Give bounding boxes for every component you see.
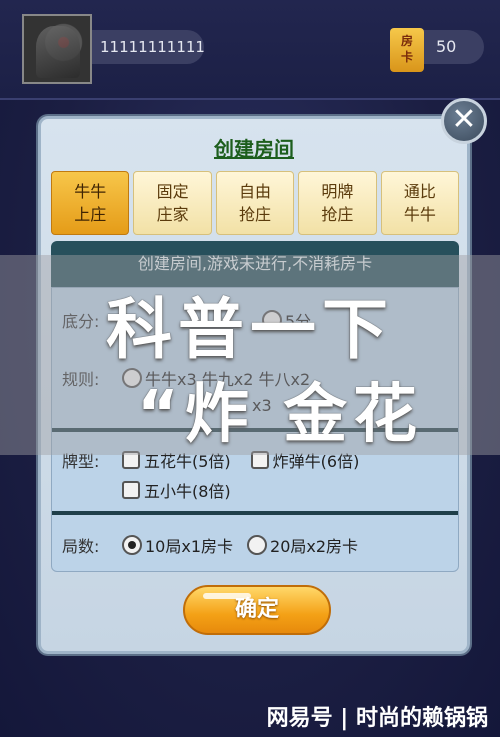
source-watermark: 网易号 | 时尚的赖锅锅 <box>266 706 488 731</box>
tab-label-line1: 通比 <box>403 182 436 201</box>
tab-label-line1: 固定 <box>156 182 189 201</box>
option-label: 五小牛(8倍) <box>144 482 231 501</box>
tab-fixed-banker[interactable]: 固定 庄家 <box>133 171 212 235</box>
watermark-line-2: “炸 金花 <box>136 378 424 452</box>
tab-label-line1: 明牌 <box>321 182 354 201</box>
tab-tongbi-niuniu[interactable]: 通比 牛牛 <box>380 171 460 235</box>
tab-open-card-grab-banker[interactable]: 明牌 抢庄 <box>298 171 377 235</box>
top-bar: 11111111111 房 卡 50 <box>0 0 500 100</box>
tab-free-grab-banker[interactable]: 自由 抢庄 <box>215 171 295 235</box>
tab-label-line1: 牛牛 <box>74 182 107 201</box>
tab-niuniu-banker[interactable]: 牛牛 上庄 <box>51 171 130 235</box>
confirm-button[interactable]: 确定 <box>183 585 331 635</box>
wuxiao-niu-checkbox[interactable]: 五小牛(8倍) <box>122 478 231 502</box>
tab-label-line2: 抢庄 <box>321 205 354 224</box>
radio-selected-icon <box>122 535 142 555</box>
rounds-20-radio[interactable]: 20局x2房卡 <box>247 533 358 557</box>
dialog-title: 创建房间 <box>214 137 294 161</box>
option-label: 20局x2房卡 <box>270 537 359 556</box>
avatar[interactable] <box>22 14 92 84</box>
user-id: 11111111111 <box>92 30 205 64</box>
room-card-count: 50 <box>436 37 457 56</box>
option-label: 10局x1房卡 <box>145 537 234 556</box>
card-type-row: 牌型: 五花牛(5倍) 炸弹牛(6倍) 五小牛(8倍) <box>52 448 458 502</box>
tab-label-line2: 上庄 <box>74 205 107 224</box>
rounds-row: 局数: 10局x1房卡 20局x2房卡 <box>52 533 458 557</box>
radio-icon <box>247 535 268 555</box>
section-divider <box>52 511 458 515</box>
rounds-label: 局数: <box>62 537 100 556</box>
tab-label-line1: 自由 <box>239 182 272 201</box>
avatar-figure <box>36 26 80 78</box>
room-card-icon: 房 卡 <box>390 28 424 72</box>
mode-tabs: 牛牛 上庄 固定 庄家 自由 抢庄 明牌 抢庄 通比 牛牛 <box>51 171 460 235</box>
close-icon[interactable]: ✕ <box>441 98 487 144</box>
tab-label-line2: 庄家 <box>156 205 189 224</box>
tab-label-line2: 抢庄 <box>239 205 272 224</box>
rounds-10-radio[interactable]: 10局x1房卡 <box>122 533 233 557</box>
tab-label-line2: 牛牛 <box>403 205 436 224</box>
checkbox-icon <box>122 481 140 499</box>
watermark-line-1: 科普一下 <box>106 291 394 368</box>
